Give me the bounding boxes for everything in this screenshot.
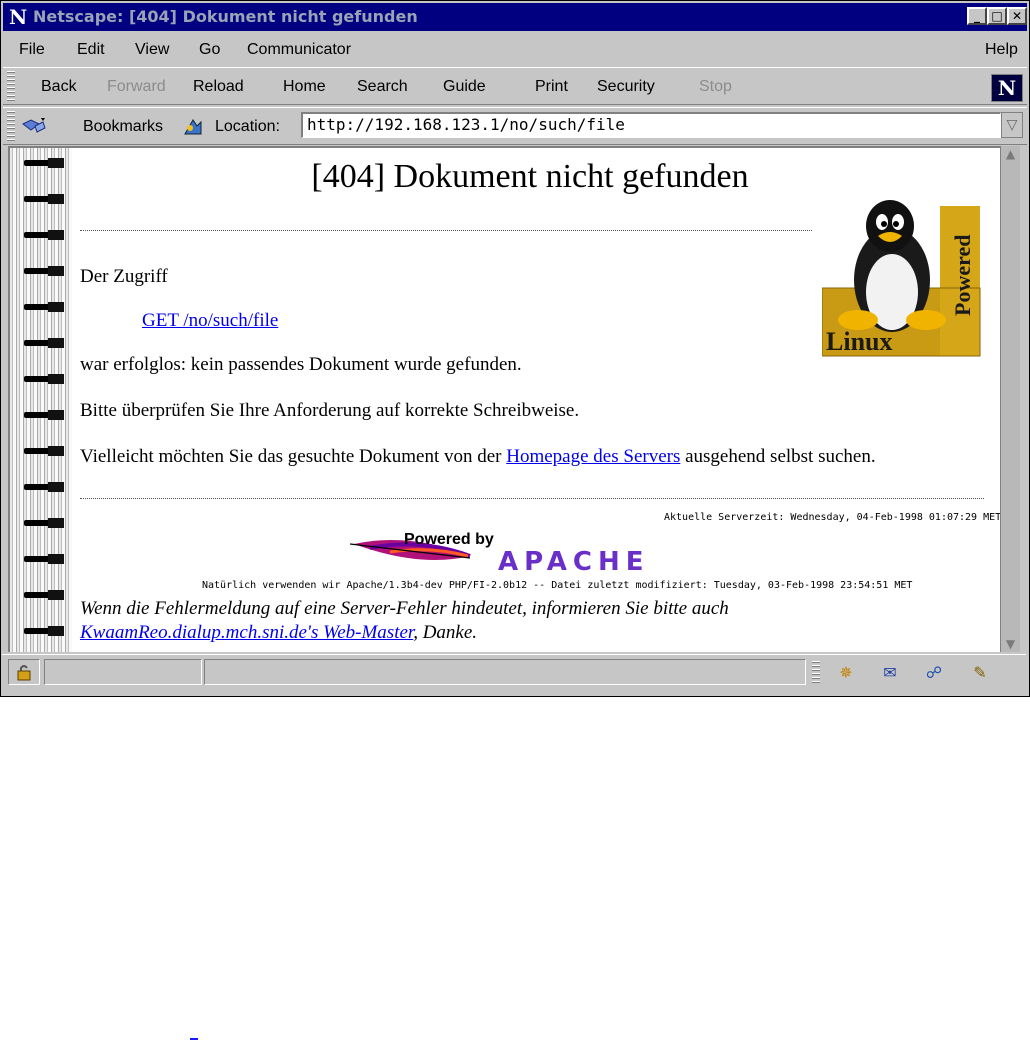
progress-field [44, 659, 202, 685]
title-bar[interactable]: N Netscape: [404] Dokument nicht gefunde… [3, 3, 1027, 31]
spiral-binding-background [10, 148, 72, 652]
server-info: Natürlich verwenden wir Apache/1.3b4-dev… [202, 580, 913, 591]
menu-bar: File Edit View Go Communicator Help [3, 35, 1027, 65]
powered-badge-text: Powered [950, 235, 975, 316]
lock-icon [17, 665, 31, 681]
menu-communicator[interactable]: Communicator [247, 41, 351, 59]
homepage-link[interactable]: Homepage des Servers [506, 446, 680, 467]
url-input[interactable]: http://192.168.123.1/no/such/file [301, 112, 1001, 138]
page-content: [404] Dokument nicht gefunden Linux Powe… [8, 146, 1020, 652]
discussion-icon[interactable]: ☍ [922, 663, 946, 683]
component-bar-grip[interactable] [812, 661, 820, 685]
powered-by-linux-logo: Linux Powered [822, 200, 981, 357]
navigation-toolbar: Back Forward Reload Home Search Guide Pr… [3, 67, 1027, 105]
scroll-up-icon[interactable]: ▲ [1001, 146, 1020, 162]
check-text: Bitte überprüfen Sie Ihre Anforderung au… [80, 400, 580, 421]
menu-go[interactable]: Go [199, 41, 220, 59]
location-toolbar: Bookmarks Location: http://192.168.123.1… [3, 107, 1027, 145]
navigator-icon[interactable]: ✵ [834, 663, 858, 683]
search-text-before: Vielleicht möchten Sie das gesuchte Doku… [80, 446, 507, 467]
back-button[interactable]: Back [41, 78, 77, 96]
stop-button[interactable]: Stop [699, 78, 732, 96]
access-text: Der Zugriff [80, 266, 168, 287]
composer-icon[interactable]: ✎ [968, 663, 992, 683]
location-label: Location: [215, 118, 280, 135]
divider [80, 498, 984, 499]
url-dropdown-icon[interactable]: ▽ [1001, 112, 1023, 138]
stray-mark [190, 1038, 198, 1040]
guide-button[interactable]: Guide [443, 78, 486, 96]
netscape-throbber-icon[interactable]: N [991, 74, 1023, 102]
bookmarks-button[interactable]: Bookmarks [83, 118, 163, 136]
location-icon[interactable] [181, 116, 205, 138]
menu-edit[interactable]: Edit [77, 41, 105, 59]
document-body: [404] Dokument nicht gefunden Linux Powe… [80, 148, 1002, 652]
mail-icon[interactable]: ✉ [878, 663, 902, 683]
window-title: Netscape: [404] Dokument nicht gefunden [33, 7, 418, 26]
print-button[interactable]: Print [535, 78, 568, 96]
linux-badge-text: Linux [826, 327, 893, 356]
vertical-scrollbar[interactable]: ▲ ▼ [1000, 146, 1020, 652]
reload-button[interactable]: Reload [193, 78, 244, 96]
webmaster-link[interactable]: KwaamReo.dialup.mch.sni.de's Web-Master [80, 622, 413, 643]
apache-word: APACHE [498, 547, 650, 576]
thanks-text: , Danke. [413, 622, 478, 643]
menu-view[interactable]: View [135, 41, 169, 59]
powered-by-apache-logo: Powered by APACHE [350, 531, 650, 576]
apache-powered-text: Powered by [404, 531, 494, 548]
maximize-button[interactable]: □ [987, 7, 1007, 25]
status-message-field [204, 659, 806, 685]
scroll-down-icon[interactable]: ▼ [1001, 636, 1020, 652]
divider [80, 230, 812, 231]
home-button[interactable]: Home [283, 78, 326, 96]
search-suggestion: Vielleicht möchten Sie das gesuchte Doku… [80, 446, 876, 468]
menu-file[interactable]: File [19, 41, 45, 59]
close-button[interactable]: ✕ [1007, 7, 1027, 25]
webmaster-note: Wenn die Fehlermeldung auf eine Server-F… [80, 598, 729, 619]
search-text-after: ausgehend selbst suchen. [680, 446, 876, 467]
toolbar-grip[interactable] [7, 111, 15, 141]
server-time: Aktuelle Serverzeit: Wednesday, 04-Feb-1… [664, 512, 1002, 523]
security-status[interactable] [8, 659, 40, 685]
search-button[interactable]: Search [357, 78, 408, 96]
security-button[interactable]: Security [597, 78, 655, 96]
webmaster-line: KwaamReo.dialup.mch.sni.de's Web-Master,… [80, 622, 477, 644]
toolbar-grip[interactable] [7, 71, 15, 101]
minimize-button[interactable]: _ [967, 7, 987, 25]
bookmarks-icon[interactable] [21, 116, 47, 136]
request-link[interactable]: GET /no/such/file [142, 310, 278, 332]
status-bar: ✵ ✉ ☍ ✎ [2, 654, 1026, 691]
failed-text: war erfolglos: kein passendes Dokument w… [80, 354, 522, 375]
forward-button[interactable]: Forward [107, 78, 166, 96]
menu-help[interactable]: Help [985, 41, 1018, 59]
netscape-logo-icon: N [9, 5, 28, 29]
